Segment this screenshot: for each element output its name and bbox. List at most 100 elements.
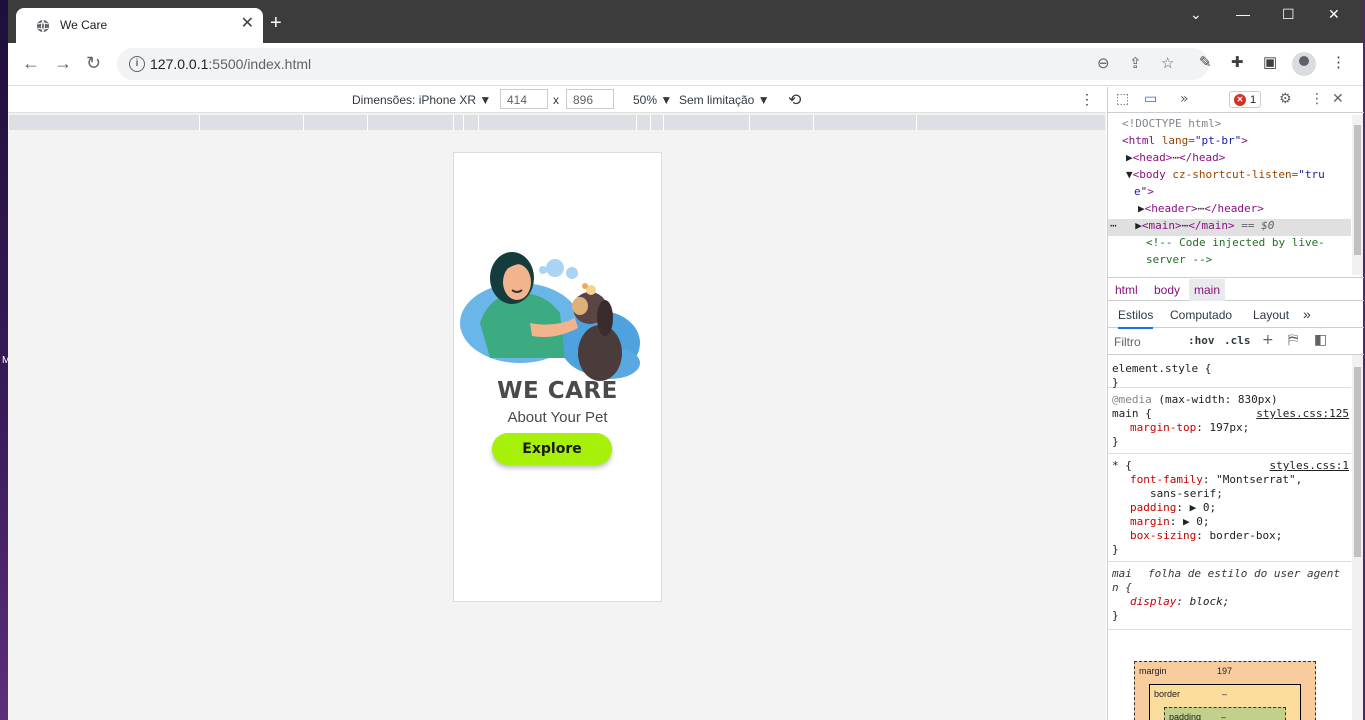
new-tab-button[interactable]: + <box>270 13 282 33</box>
throttle-select[interactable]: Sem limitação ▼ <box>679 93 770 107</box>
zoom-select[interactable]: 50% ▼ <box>633 93 672 107</box>
zoom-out-icon[interactable]: ⊖ <box>1097 56 1110 72</box>
explore-button[interactable]: Explore <box>492 433 612 465</box>
box-padding-value[interactable]: – <box>1221 712 1226 720</box>
rule-universal[interactable]: * { styles.css:1 font-family: "Montserra… <box>1108 455 1351 562</box>
css-prop: margin-top <box>1130 421 1197 434</box>
device-toggle-icon[interactable]: ▭ <box>1144 91 1157 107</box>
dom-comment-line2[interactable]: server --> <box>1146 251 1212 268</box>
styles-scrollbar[interactable] <box>1352 355 1363 720</box>
sidebar-toggle-icon[interactable]: ◧ <box>1314 332 1327 348</box>
brand-heading: WE CARE <box>497 378 618 404</box>
rule-close: } <box>1112 543 1119 556</box>
dom-body-node[interactable]: ▼<body cz-shortcut-listen="tru <box>1126 166 1325 183</box>
minimize-button[interactable]: — <box>1236 6 1250 22</box>
header-close-tag: </header> <box>1204 202 1264 215</box>
tab-close-icon[interactable]: ✕ <box>241 16 254 32</box>
dom-main-node[interactable]: ⋯ ▶<main>⋯</main> == $0 <box>1110 217 1274 234</box>
rule-element-style[interactable]: element.style { } <box>1108 355 1351 389</box>
box-padding: padding – <box>1164 707 1286 720</box>
styles-filter-bar: Filtro :hov .cls + ⛿ ◧ <box>1108 329 1364 355</box>
expand-triangle-icon[interactable]: ▶ <box>1135 219 1142 232</box>
site-info-icon[interactable]: i <box>129 56 145 72</box>
tab-estilos[interactable]: Estilos <box>1118 308 1154 329</box>
rotate-icon[interactable]: ⟲ <box>788 90 801 110</box>
devtools-kebab-icon[interactable]: ⋮ <box>1310 91 1324 107</box>
expand-triangle-icon[interactable]: ▶ <box>1126 151 1133 164</box>
box-border-value[interactable]: – <box>1222 689 1227 699</box>
maximize-button[interactable]: ☐ <box>1282 6 1295 23</box>
source-link[interactable]: styles.css:1 <box>1270 459 1349 472</box>
html-open-tag: <html <box>1122 134 1162 147</box>
media-query-ruler[interactable] <box>9 115 1105 130</box>
rule-media-main[interactable]: @media (max-width: 830px) main { styles.… <box>1108 389 1351 454</box>
tab-computado[interactable]: Computado <box>1170 308 1232 322</box>
more-chevron-icon[interactable]: » <box>1303 306 1311 322</box>
cls-toggle[interactable]: .cls <box>1224 334 1251 347</box>
css-declaration[interactable]: font-family: "Montserrat", <box>1130 473 1302 487</box>
side-panel-icon[interactable]: ▣ <box>1263 55 1277 71</box>
hero-illustration <box>460 252 640 381</box>
box-margin-value[interactable]: 197 <box>1217 666 1232 676</box>
ellipsis-badge[interactable]: ⋯ <box>1172 151 1179 164</box>
device-toolbar: Dimensões: iPhone XR ▼ 414 x 896 50% ▼ S… <box>8 87 1106 113</box>
tab-layout[interactable]: Layout <box>1253 308 1289 322</box>
dom-comment-line1[interactable]: <!-- Code injected by live- <box>1146 234 1325 251</box>
source-link[interactable]: styles.css:125 <box>1256 407 1349 420</box>
header-open-tag: <header> <box>1144 202 1198 215</box>
tab-title: We Care <box>60 18 108 32</box>
css-declaration[interactable]: display: block; <box>1130 595 1229 609</box>
device-options-kebab-icon[interactable]: ⋮ <box>1080 91 1094 108</box>
forward-arrow-icon[interactable]: → <box>54 54 72 72</box>
html-open-tag-end: > <box>1241 134 1248 147</box>
head-open-tag: <head> <box>1132 151 1173 164</box>
dom-html-node[interactable]: <html lang="pt-br"> <box>1122 132 1248 149</box>
css-declaration[interactable]: box-sizing: border-box; <box>1130 529 1282 543</box>
collapse-triangle-icon[interactable]: ▼ <box>1126 168 1133 181</box>
main-close-tag: </main> <box>1188 219 1235 232</box>
error-count-badge[interactable]: ✕ 1 <box>1229 91 1261 108</box>
profile-avatar[interactable] <box>1292 52 1316 76</box>
dimension-times-sign: x <box>553 93 559 107</box>
expand-triangle-icon[interactable]: ▶ <box>1138 202 1145 215</box>
tab-search-icon[interactable]: ⌄ <box>1190 6 1202 23</box>
new-rule-plus-icon[interactable]: + <box>1262 332 1274 348</box>
css-value: : block; <box>1176 595 1230 608</box>
eyedropper-extension-icon[interactable]: ✎ <box>1199 55 1212 71</box>
dom-header-node[interactable]: ▶<header>⋯</header> <box>1138 200 1264 217</box>
css-declaration[interactable]: padding: ▶ 0; <box>1130 501 1216 515</box>
inspect-element-icon[interactable]: ⬚ <box>1116 91 1129 107</box>
browser-tab[interactable]: We Care ✕ <box>16 8 263 43</box>
back-arrow-icon[interactable]: ← <box>22 54 40 72</box>
menu-kebab-icon[interactable]: ⋮ <box>1331 55 1346 71</box>
more-tabs-chevron-icon[interactable]: » <box>1180 91 1189 107</box>
css-declaration[interactable]: margin-top: 197px; <box>1130 421 1249 435</box>
breadcrumb-html[interactable]: html <box>1115 283 1138 297</box>
devtools-close-icon[interactable]: ✕ <box>1332 91 1344 107</box>
extensions-puzzle-icon[interactable]: ✚ <box>1231 55 1244 71</box>
hov-toggle[interactable]: :hov <box>1188 334 1215 347</box>
breadcrumb-body[interactable]: body <box>1154 283 1180 297</box>
device-dimensions-select[interactable]: Dimensões: iPhone XR ▼ <box>352 93 491 107</box>
elements-scrollbar[interactable] <box>1352 115 1363 275</box>
bookmark-star-icon[interactable]: ☆ <box>1161 56 1174 72</box>
settings-gear-icon[interactable]: ⚙ <box>1279 91 1292 107</box>
dom-doctype[interactable]: <!DOCTYPE html> <box>1122 115 1221 132</box>
media-condition: (max-width: 830px) <box>1151 393 1278 406</box>
window-close-button[interactable]: ✕ <box>1328 6 1340 23</box>
device-width-input[interactable]: 414 <box>500 89 548 109</box>
reload-icon[interactable]: ↻ <box>86 54 101 72</box>
address-bar[interactable]: i 127.0.0.1:5500/index.html ⊖ ⇪ ☆ <box>117 48 1209 80</box>
dom-head-node[interactable]: ▶<head>⋯</head> <box>1126 149 1225 166</box>
url-path: :5500/index.html <box>208 56 312 72</box>
url-text[interactable]: 127.0.0.1:5500/index.html <box>150 56 311 72</box>
paint-roller-icon[interactable]: ⛿ <box>1288 332 1298 348</box>
row-ellipsis-icon[interactable]: ⋯ <box>1110 219 1123 232</box>
css-declaration[interactable]: margin: ▶ 0; <box>1130 515 1210 529</box>
device-height-input[interactable]: 896 <box>566 89 614 109</box>
rule-user-agent[interactable]: mai folha de estilo do user agent n { di… <box>1108 563 1351 630</box>
breadcrumb-main[interactable]: main <box>1189 279 1226 301</box>
share-icon[interactable]: ⇪ <box>1129 56 1142 72</box>
styles-filter-input[interactable]: Filtro <box>1114 335 1141 349</box>
rule-selector: mai <box>1112 567 1132 580</box>
